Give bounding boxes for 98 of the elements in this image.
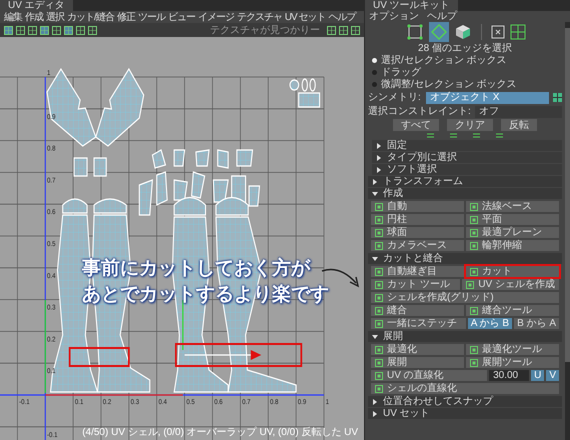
tool-button[interactable]: 円柱 (371, 214, 464, 225)
selection-button[interactable]: すべて (393, 119, 439, 131)
diamond-icon (430, 24, 446, 40)
tool-button[interactable]: 自動 (371, 201, 464, 212)
menu-item[interactable]: 修正 (116, 12, 135, 22)
menu-item[interactable]: UV セット (284, 12, 326, 22)
grid-icon[interactable] (88, 26, 97, 34)
square-icon (406, 24, 422, 40)
selection-button[interactable]: クリア (447, 119, 493, 131)
menu-item[interactable]: ビュー (168, 12, 195, 22)
toggle-button[interactable]: V (546, 370, 559, 381)
selection-button[interactable]: 反転 (501, 119, 537, 131)
toggle-button[interactable]: A から B (468, 318, 512, 329)
lines-icon[interactable] (496, 133, 503, 138)
uv-shell (298, 92, 320, 108)
selection-count: 28 個のエッジを選択 (417, 43, 513, 54)
tool-button[interactable]: カメラベース (371, 240, 464, 251)
radio-option[interactable]: 微調整/セレクション ボックス (368, 79, 562, 90)
menu-item[interactable]: テクスチャ (236, 12, 282, 22)
cube-icon (454, 24, 470, 40)
uv-shell (174, 149, 186, 167)
tool-button[interactable]: カット ツール (371, 279, 460, 290)
section-header[interactable]: UV セット (368, 408, 562, 419)
tool-button[interactable]: 輪郭伸縮 (466, 240, 559, 251)
tool-button[interactable]: カット (466, 266, 559, 277)
tool-button[interactable]: 平面 (466, 214, 559, 225)
tool-button[interactable]: 縫合ツール (466, 305, 559, 316)
tool-button[interactable]: 球面 (371, 227, 464, 238)
tool-button[interactable]: UV シェルを作成 (462, 279, 559, 290)
symmetry-dropdown[interactable]: オブジェクト X (426, 92, 549, 104)
scrollbar[interactable] (565, 22, 570, 440)
tool-button[interactable]: 縫合 (371, 305, 464, 316)
grid-icon[interactable] (28, 26, 37, 34)
section-header[interactable]: 展開 (368, 331, 562, 342)
toggle-button[interactable]: B から A (514, 318, 559, 329)
tool-button[interactable]: 展開ツール (466, 357, 559, 368)
grid-icon[interactable] (339, 26, 348, 34)
section-header[interactable]: カットと縫合 (368, 253, 562, 264)
grid-icon[interactable] (16, 26, 25, 34)
radio-option[interactable]: 選択/セレクション ボックス (368, 55, 562, 66)
lines-icon[interactable] (473, 133, 480, 138)
menu-item[interactable]: 作成 (25, 12, 43, 22)
tool-button[interactable]: 一緒にステッチ (371, 318, 466, 329)
toggle-button[interactable]: U (531, 370, 544, 381)
section-header[interactable]: 作成 (368, 188, 562, 199)
highlight-frame (68, 347, 130, 367)
menu-item[interactable]: イメージ (198, 12, 234, 22)
uv-shell (236, 149, 254, 167)
selection-mode-button[interactable] (404, 22, 424, 42)
window-tab[interactable]: UV ツールキット (365, 0, 458, 11)
tool-button[interactable]: UV の直線化 (371, 370, 488, 381)
uv-shell (94, 157, 107, 177)
grid-icon[interactable] (76, 26, 85, 34)
constraint-dropdown[interactable]: オフ (474, 106, 562, 118)
tool-button[interactable]: シェルを作成(グリッド) (371, 292, 559, 303)
menu-item[interactable]: 選択 (46, 12, 64, 22)
tool-button[interactable]: 自動継ぎ目 (371, 266, 464, 277)
menu-item[interactable]: ヘルプ (328, 12, 356, 22)
section-header[interactable]: トランスフォーム (368, 176, 562, 187)
tool-button[interactable]: 最適化 (371, 344, 464, 355)
grid-icon[interactable] (52, 26, 61, 34)
grid-icon[interactable] (510, 24, 526, 40)
section-header[interactable]: ソフト選択 (372, 164, 562, 175)
menu-item[interactable]: オプション (369, 11, 419, 22)
section-header[interactable]: タイプ別に選択 (372, 152, 562, 163)
square-x-icon[interactable] (490, 24, 506, 40)
uv-shell (217, 149, 229, 169)
tool-icon (470, 306, 478, 314)
menu-item[interactable]: ヘルプ (427, 11, 457, 22)
grid-icon[interactable] (351, 26, 360, 34)
field-label: シンメトリ: (368, 92, 422, 103)
tool-button[interactable]: 法線ベース (466, 201, 559, 212)
menu-item[interactable]: カット/縫合 (67, 12, 114, 22)
selection-mode-button[interactable] (428, 22, 448, 42)
menu-item[interactable]: ツール (138, 12, 165, 22)
tool-button[interactable]: 最適化ツール (466, 344, 559, 355)
uv-shell (152, 149, 166, 169)
section-header[interactable]: 固定 (372, 140, 562, 151)
grid-icon[interactable] (4, 26, 13, 34)
grid-icon[interactable] (64, 26, 73, 34)
field-label: 選択コンストレイント: (368, 106, 471, 117)
grid-icon[interactable] (327, 26, 336, 34)
uv-shell (289, 78, 316, 92)
menu-item[interactable]: 編集 (4, 12, 22, 22)
radio-option[interactable]: ドラッグ (368, 67, 562, 78)
tool-button[interactable]: シェルの直線化 (371, 383, 559, 394)
section-header[interactable]: 位置合わせしてスナップ (368, 396, 562, 407)
uv-shell (73, 157, 88, 177)
grid-icon[interactable] (40, 26, 49, 34)
grid-icon[interactable] (553, 93, 562, 102)
uv-shell (195, 149, 210, 167)
lines-icon[interactable] (450, 133, 457, 138)
tool-button[interactable]: 展開 (371, 357, 464, 368)
number-field[interactable]: 30.00 (489, 370, 530, 381)
tool-button[interactable]: 最適プレーン (466, 227, 559, 238)
uv-shell (156, 171, 168, 206)
window-tab[interactable]: UV エディタ (0, 0, 73, 11)
lines-icon[interactable] (427, 133, 434, 138)
